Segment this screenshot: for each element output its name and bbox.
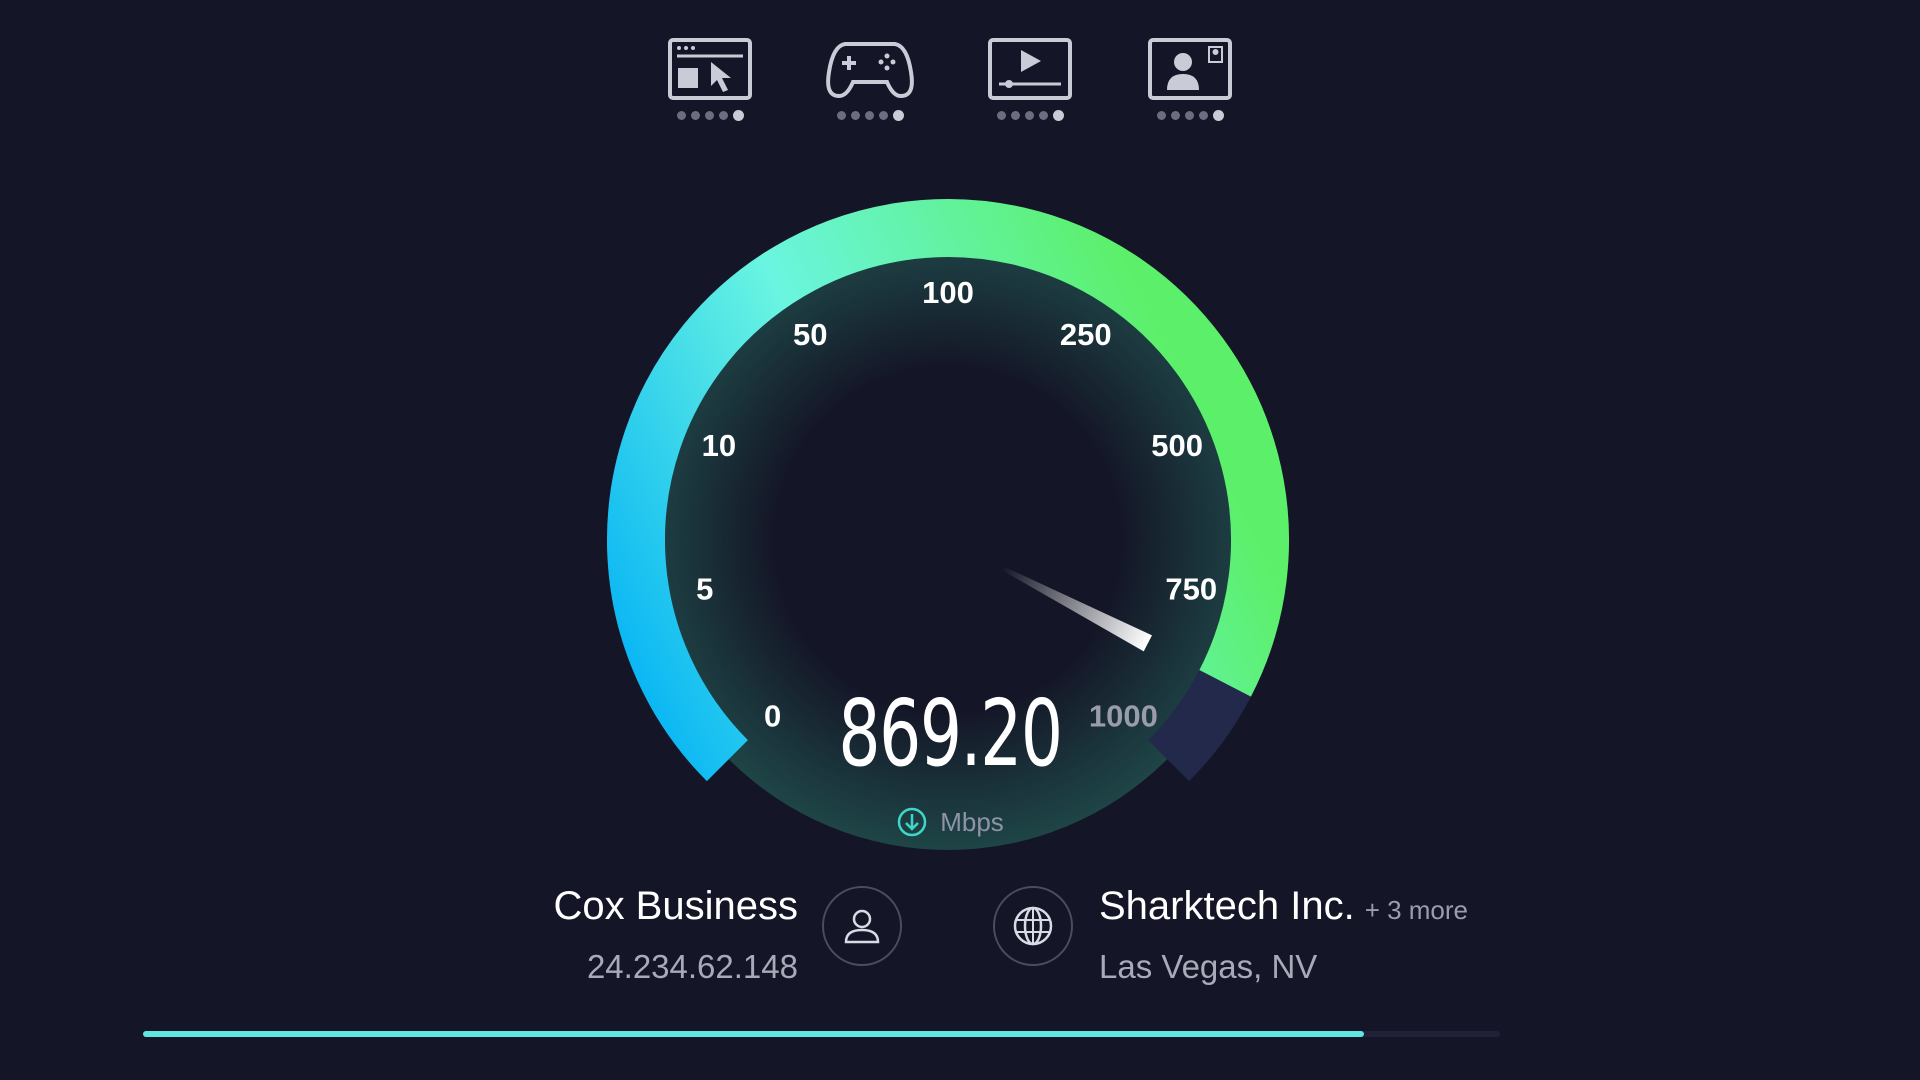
download-icon — [897, 807, 927, 837]
server-location: Las Vegas, NV — [1099, 948, 1318, 985]
speed-unit: Mbps — [940, 806, 1004, 837]
server-name-row: Sharktech Inc. + 3 more — [1099, 884, 1468, 929]
gauge-tick-label: 0 — [764, 698, 781, 733]
speed-gauge: 0 5 10 50 100 250 500 750 1000 — [607, 199, 1289, 850]
isp-name: Cox Business — [553, 884, 798, 928]
gauge-tick-label: 1000 — [1089, 698, 1158, 733]
gauge-tick-label: 750 — [1165, 571, 1217, 606]
gauge-tick-label: 50 — [793, 317, 827, 352]
gauge-tick-label: 500 — [1151, 428, 1203, 463]
speed-unit-row: Mbps — [860, 802, 1040, 842]
globe-icon — [1013, 906, 1053, 946]
server-button[interactable] — [993, 886, 1073, 966]
gauge-tick-label: 250 — [1060, 317, 1112, 352]
test-progress-fill — [143, 1031, 1365, 1037]
gauge-tick-label: 100 — [922, 275, 974, 310]
isp-button[interactable] — [822, 886, 902, 966]
gauge-tick-label: 10 — [702, 428, 736, 463]
server-more-link[interactable]: + 3 more — [1365, 895, 1468, 925]
speedtest-app: 0 5 10 50 100 250 500 750 1000 869.20 Mbps Cox B… — [0, 0, 1920, 1080]
gauge-tick-label: 5 — [696, 571, 713, 606]
server-name: Sharktech Inc. — [1099, 884, 1355, 928]
test-progress-bar — [143, 1031, 1500, 1037]
isp-ip-address: 24.234.62.148 — [586, 948, 798, 985]
speed-value: 869.20 — [838, 680, 1063, 787]
user-icon — [844, 909, 880, 944]
